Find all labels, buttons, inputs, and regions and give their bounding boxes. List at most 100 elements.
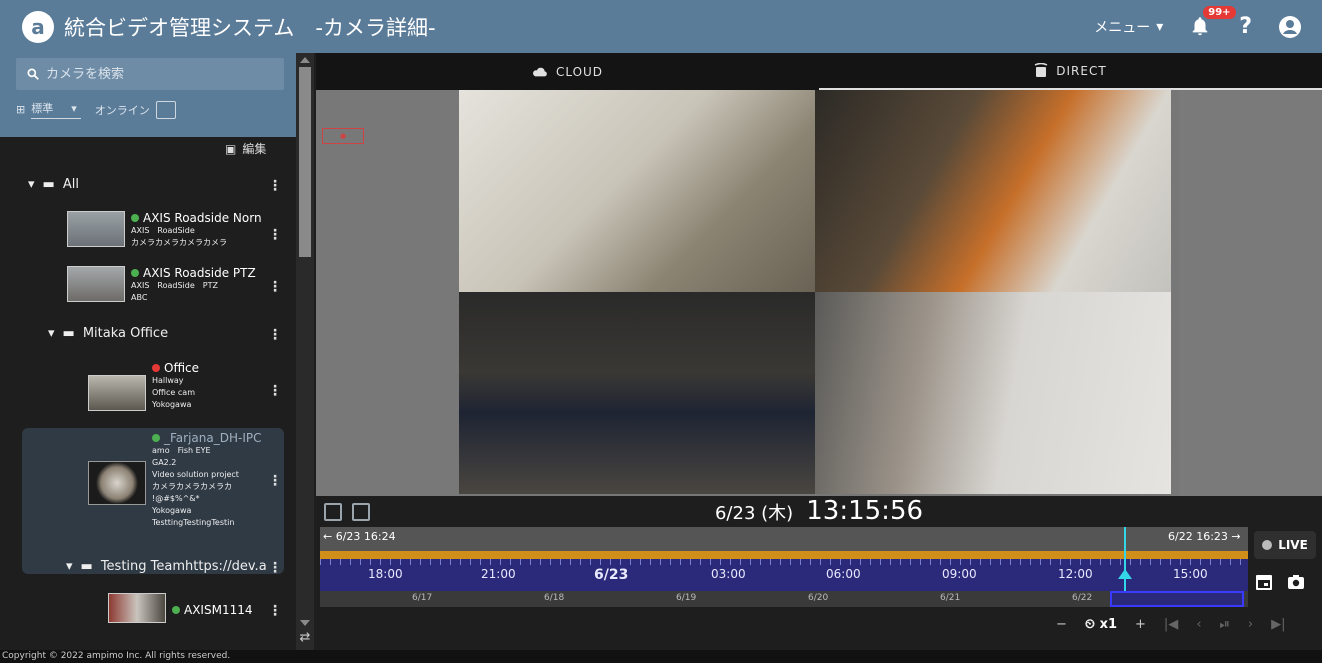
folder-icon: ▬ [42,177,55,192]
camera-item[interactable]: AXIS Roadside PTZ AXIS RoadSide PTZ ABC [67,266,256,304]
playhead-marker[interactable] [1118,569,1132,579]
tree-view-icon: ⊞ [16,103,26,116]
camera-menu-icon[interactable]: ⋮ [268,603,282,619]
scroll-up-icon[interactable] [300,57,310,63]
camera-menu-icon[interactable]: ⋮ [268,473,282,489]
tab-direct[interactable]: DIRECT [819,53,1322,90]
hour-label: 6/23 [594,567,629,583]
help-button[interactable]: ? [1239,14,1252,39]
account-icon[interactable] [1278,15,1302,39]
folder-menu-icon[interactable]: ⋮ [268,560,282,576]
camera-tag-line: GA2.2 [152,458,177,467]
day-label: 6/18 [544,593,565,603]
scrollbar-thumb[interactable] [299,67,311,257]
range-end-label[interactable]: 6/22 16:23 → [1168,530,1241,543]
source-tabs: CLOUD DIRECT [316,53,1322,90]
range-start-label[interactable]: ← 6/23 16:24 [323,530,396,543]
view-select[interactable]: 標準 ▾ [31,100,81,119]
live-dot [1262,540,1273,550]
day-selection[interactable] [1110,591,1244,607]
fisheye-view-3 [459,292,815,494]
timeline[interactable]: ← 6/23 16:24 6/22 16:23 → 18:00 21:00 6/… [320,527,1248,607]
camera-item[interactable]: Office Hallway Office cam Yokogawa [88,361,199,411]
camera-menu-icon[interactable]: ⋮ [268,227,282,243]
camera-tag-line: Video solution project [152,470,239,479]
sidebar-scrollbar[interactable] [296,53,314,650]
tab-cloud[interactable]: CLOUD [316,53,819,90]
camera-item[interactable]: AXISM1114 [108,593,252,623]
header-actions: メニュー ▾ 99+ ? [1094,0,1302,53]
speed-indicator: ⏲ x1 [1085,617,1117,632]
camera-tag-line: TesttingTestingTestin [152,518,235,527]
camera-thumbnail [67,266,125,302]
skip-end-icon[interactable]: ▶| [1271,617,1285,632]
playhead[interactable] [1124,527,1126,591]
folder-icon: ▬ [62,326,75,341]
menu-button[interactable]: メニュー ▾ [1094,17,1163,37]
current-time: 13:15:56 [806,496,924,526]
camera-tag-line: !@#$%^&* [152,494,200,503]
edit-button[interactable]: ▣ 編集 [225,140,266,157]
notification-button[interactable]: 99+ [1189,5,1236,39]
cloud-icon [532,67,547,76]
live-button[interactable]: LIVE [1254,531,1316,559]
fisheye-view-2 [815,90,1171,292]
folder-menu-icon[interactable]: ⋮ [268,178,282,194]
grid-toggle-button[interactable] [155,100,176,119]
swap-icon[interactable]: ⇄ [296,630,314,648]
camera-item[interactable]: AXIS Roadside Norn AXIS RoadSide カメラカメラカ… [67,211,262,249]
caret-down-icon: ▾ [48,326,55,341]
current-timestamp: 6/23 (木) 13:15:56 [316,496,1322,526]
snapshot-camera-icon[interactable] [1286,572,1306,592]
day-label: 6/17 [412,593,433,603]
camera-tag-line: Yokogawa [152,400,192,409]
view-select-value: 標準 [31,102,54,115]
folder-icon: ▬ [80,559,93,574]
play-pause-icon[interactable]: ⏯ [1220,617,1230,632]
footer: Copyright © 2022 ampimo Inc. All rights … [0,650,1322,663]
camera-sidebar: ⊞ 標準 ▾ オンライン ▣ 編集 ▾ ▬ All ⋮ AXIS [0,53,314,650]
camera-direct-icon [1034,62,1048,77]
day-label: 6/22 [1072,593,1093,603]
speed-down-button[interactable]: − [1056,617,1067,632]
folder-mitaka-office[interactable]: ▾ ▬ Mitaka Office [48,326,168,341]
fisheye-view-1 [459,90,815,292]
hour-label: 12:00 [1058,567,1093,581]
camera-name: AXISM1114 [184,603,253,617]
search-input[interactable] [46,66,266,82]
video-letterbox-left: ● [316,90,459,496]
camera-tag-line: カメラカメラカメラカメラ [131,238,227,247]
step-forward-icon[interactable]: › [1248,617,1253,632]
folder-testing-team[interactable]: ▾ ▬ Testing Teamhttps://dev.a [66,559,267,574]
status-dot [131,269,139,277]
menu-label: メニュー [1094,19,1151,36]
camera-menu-icon[interactable]: ⋮ [268,383,282,399]
camera-tag-line: AXIS RoadSide PTZ [131,281,218,290]
status-dot [152,434,160,442]
skip-start-icon[interactable]: |◀ [1164,617,1178,632]
video-player[interactable]: ● [316,90,1322,496]
camera-item-selected[interactable]: _Farjana_DH-IPC amo Fish EYE GA2.2 Video… [88,431,261,529]
camera-name: Office [164,361,200,375]
tab-label: DIRECT [1056,63,1107,78]
hour-scale: 18:00 21:00 6/23 03:00 06:00 09:00 12:00… [320,559,1248,591]
hour-label: 18:00 [368,567,403,581]
camera-info: AXIS Roadside PTZ AXIS RoadSide PTZ ABC [131,266,256,304]
camera-thumbnail [88,375,146,411]
fisheye-view-4 [815,292,1171,494]
step-back-icon[interactable]: ‹ [1196,617,1201,632]
folder-all[interactable]: ▾ ▬ All [28,177,79,192]
speed-up-button[interactable]: + [1135,617,1146,632]
folder-label: Testing Teamhttps://dev.a [100,559,267,574]
folder-menu-icon[interactable]: ⋮ [268,327,282,343]
app-root: a 統合ビデオ管理システム -カメラ詳細- メニュー ▾ 99+ ? ⊞ [0,0,1322,663]
camera-search-box[interactable] [16,58,284,90]
calendar-icon[interactable] [1254,572,1274,592]
notification-badge: 99+ [1203,5,1236,19]
status-dot [131,214,139,222]
scroll-down-icon[interactable] [300,620,310,626]
camera-tag-line: amo Fish EYE [152,446,211,455]
timeline-panel: 6/23 (木) 13:15:56 ← 6/23 16:24 6/22 16:2… [316,496,1322,650]
camera-menu-icon[interactable]: ⋮ [268,279,282,295]
online-filter[interactable]: オンライン [95,102,150,118]
